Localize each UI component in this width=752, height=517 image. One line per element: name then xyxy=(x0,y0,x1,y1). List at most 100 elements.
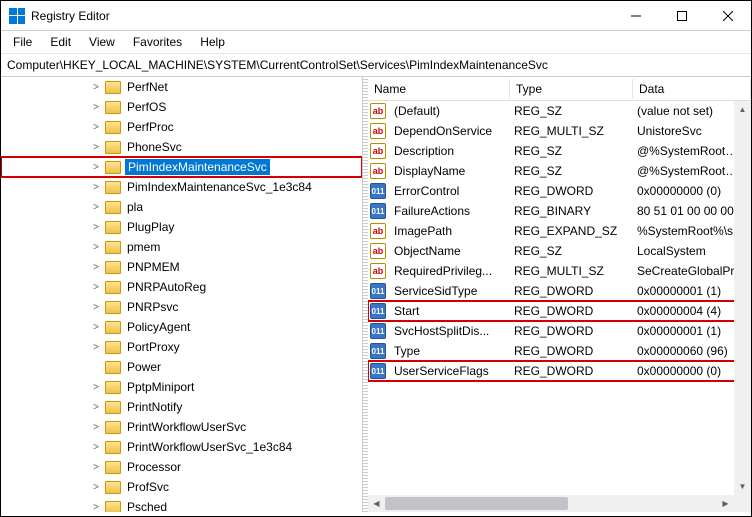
expand-icon[interactable]: > xyxy=(89,162,103,173)
binary-icon: 011 xyxy=(370,303,386,319)
expand-icon[interactable]: > xyxy=(89,122,103,133)
string-icon: ab xyxy=(370,223,386,239)
expand-icon[interactable]: > xyxy=(89,222,103,233)
expand-icon[interactable]: > xyxy=(89,302,103,313)
binary-icon: 011 xyxy=(370,183,386,199)
expand-icon[interactable]: > xyxy=(89,142,103,153)
tree-item[interactable]: >PNPMEM xyxy=(1,257,362,277)
menu-favorites[interactable]: Favorites xyxy=(125,33,190,51)
value-name: SvcHostSplitDis... xyxy=(390,322,510,340)
list-row[interactable]: ab(Default)REG_SZ(value not set) xyxy=(368,101,751,121)
tree-item[interactable]: > PolicyAgent xyxy=(1,317,362,337)
expand-icon[interactable]: > xyxy=(89,182,103,193)
expand-icon[interactable]: > xyxy=(89,202,103,213)
tree-item[interactable]: >PrintWorkflowUserSvc xyxy=(1,417,362,437)
string-icon: ab xyxy=(370,263,386,279)
tree-panel: >PerfNet>PerfOS>PerfProc>PhoneSvc>PimInd… xyxy=(1,77,363,512)
tree-item[interactable]: > Psched xyxy=(1,497,362,512)
tree-item[interactable]: >Processor xyxy=(1,457,362,477)
horizontal-scrollbar[interactable]: ◀ ▶ xyxy=(368,495,734,512)
tree-item[interactable]: >pla xyxy=(1,197,362,217)
list-row[interactable]: 011ServiceSidTypeREG_DWORD0x00000001 (1) xyxy=(368,281,751,301)
list-row[interactable]: 011ErrorControlREG_DWORD0x00000000 (0) xyxy=(368,181,751,201)
list-row[interactable]: 011SvcHostSplitDis...REG_DWORD0x00000001… xyxy=(368,321,751,341)
list-row[interactable]: abDisplayNameREG_SZ@%SystemRoot%\system xyxy=(368,161,751,181)
scroll-thumb[interactable] xyxy=(385,497,568,510)
value-type: REG_DWORD xyxy=(510,282,633,300)
vertical-scrollbar[interactable]: ▲ ▼ xyxy=(734,101,751,495)
close-button[interactable] xyxy=(705,1,751,31)
value-type: REG_EXPAND_SZ xyxy=(510,222,633,240)
tree-item-label: Psched xyxy=(125,499,169,512)
expand-icon[interactable]: > xyxy=(89,82,103,93)
tree-item[interactable]: >PptpMiniport xyxy=(1,377,362,397)
tree-item[interactable]: > PNRPsvc xyxy=(1,297,362,317)
menu-view[interactable]: View xyxy=(81,33,123,51)
folder-icon xyxy=(105,261,121,274)
scroll-up-icon[interactable]: ▲ xyxy=(734,101,751,118)
tree-item[interactable]: >PerfProc xyxy=(1,117,362,137)
minimize-button[interactable] xyxy=(613,1,659,31)
expand-icon[interactable]: > xyxy=(89,442,103,453)
column-type[interactable]: Type xyxy=(510,79,633,99)
tree-item[interactable]: >PimIndexMaintenanceSvc xyxy=(1,157,362,177)
app-icon xyxy=(9,8,25,24)
list-row[interactable]: abRequiredPrivileg...REG_MULTI_SZSeCreat… xyxy=(368,261,751,281)
expand-icon[interactable]: > xyxy=(89,482,103,493)
maximize-button[interactable] xyxy=(659,1,705,31)
expand-icon[interactable]: > xyxy=(89,342,103,353)
value-name: Type xyxy=(390,342,510,360)
tree-item[interactable]: >PrintNotify xyxy=(1,397,362,417)
list-row[interactable]: abImagePathREG_EXPAND_SZ%SystemRoot%\sys… xyxy=(368,221,751,241)
folder-icon xyxy=(105,401,121,414)
list-row[interactable]: 011UserServiceFlagsREG_DWORD0x00000000 (… xyxy=(368,361,751,381)
expand-icon[interactable]: > xyxy=(89,382,103,393)
expand-icon[interactable]: > xyxy=(89,462,103,473)
tree-item-label: PimIndexMaintenanceSvc_1e3c84 xyxy=(125,179,314,195)
expand-icon[interactable]: > xyxy=(89,502,103,513)
menu-edit[interactable]: Edit xyxy=(42,33,79,51)
column-data[interactable]: Data xyxy=(633,79,751,99)
tree-item-label: PolicyAgent xyxy=(125,319,192,335)
expand-icon[interactable]: > xyxy=(89,422,103,433)
scroll-left-icon[interactable]: ◀ xyxy=(368,495,385,512)
tree-item[interactable]: Power xyxy=(1,357,362,377)
expand-icon[interactable]: > xyxy=(89,242,103,253)
tree-item[interactable]: >PortProxy xyxy=(1,337,362,357)
value-type: REG_SZ xyxy=(510,162,633,180)
expand-icon[interactable]: > xyxy=(89,102,103,113)
column-name[interactable]: Name xyxy=(368,79,510,99)
list-row[interactable]: abDescriptionREG_SZ@%SystemRoot%\system xyxy=(368,141,751,161)
tree-item[interactable]: > PNRPAutoReg xyxy=(1,277,362,297)
tree-item-label: PNRPAutoReg xyxy=(125,279,208,295)
tree-item[interactable]: > PrintWorkflowUserSvc_1e3c84 xyxy=(1,437,362,457)
list-row[interactable]: abObjectNameREG_SZLocalSystem xyxy=(368,241,751,261)
tree-item[interactable]: >PhoneSvc xyxy=(1,137,362,157)
list-row[interactable]: 011StartREG_DWORD0x00000004 (4) xyxy=(368,301,751,321)
menu-help[interactable]: Help xyxy=(192,33,233,51)
tree-item[interactable]: >ProfSvc xyxy=(1,477,362,497)
scroll-down-icon[interactable]: ▼ xyxy=(734,478,751,495)
tree-item[interactable]: >pmem xyxy=(1,237,362,257)
menu-file[interactable]: File xyxy=(5,33,40,51)
value-type: REG_DWORD xyxy=(510,322,633,340)
list-row[interactable]: 011TypeREG_DWORD0x00000060 (96) xyxy=(368,341,751,361)
expand-icon[interactable]: > xyxy=(89,322,103,333)
list-row[interactable]: 011FailureActionsREG_BINARY80 51 01 00 0… xyxy=(368,201,751,221)
string-icon: ab xyxy=(370,143,386,159)
scroll-right-icon[interactable]: ▶ xyxy=(717,495,734,512)
list-row[interactable]: abDependOnServiceREG_MULTI_SZUnistoreSvc xyxy=(368,121,751,141)
expand-icon[interactable]: > xyxy=(89,402,103,413)
value-name: UserServiceFlags xyxy=(390,362,510,380)
tree-item-label: PrintWorkflowUserSvc_1e3c84 xyxy=(125,439,294,455)
address-bar[interactable]: Computer\HKEY_LOCAL_MACHINE\SYSTEM\Curre… xyxy=(1,54,751,77)
expand-icon[interactable]: > xyxy=(89,262,103,273)
window-title: Registry Editor xyxy=(31,9,613,23)
tree-item[interactable]: >PerfOS xyxy=(1,97,362,117)
tree-item[interactable]: > PimIndexMaintenanceSvc_1e3c84 xyxy=(1,177,362,197)
tree-item[interactable]: >PerfNet xyxy=(1,77,362,97)
tree-item[interactable]: >PlugPlay xyxy=(1,217,362,237)
folder-icon xyxy=(105,281,121,294)
tree-item-label: PNRPsvc xyxy=(125,299,180,315)
expand-icon[interactable]: > xyxy=(89,282,103,293)
